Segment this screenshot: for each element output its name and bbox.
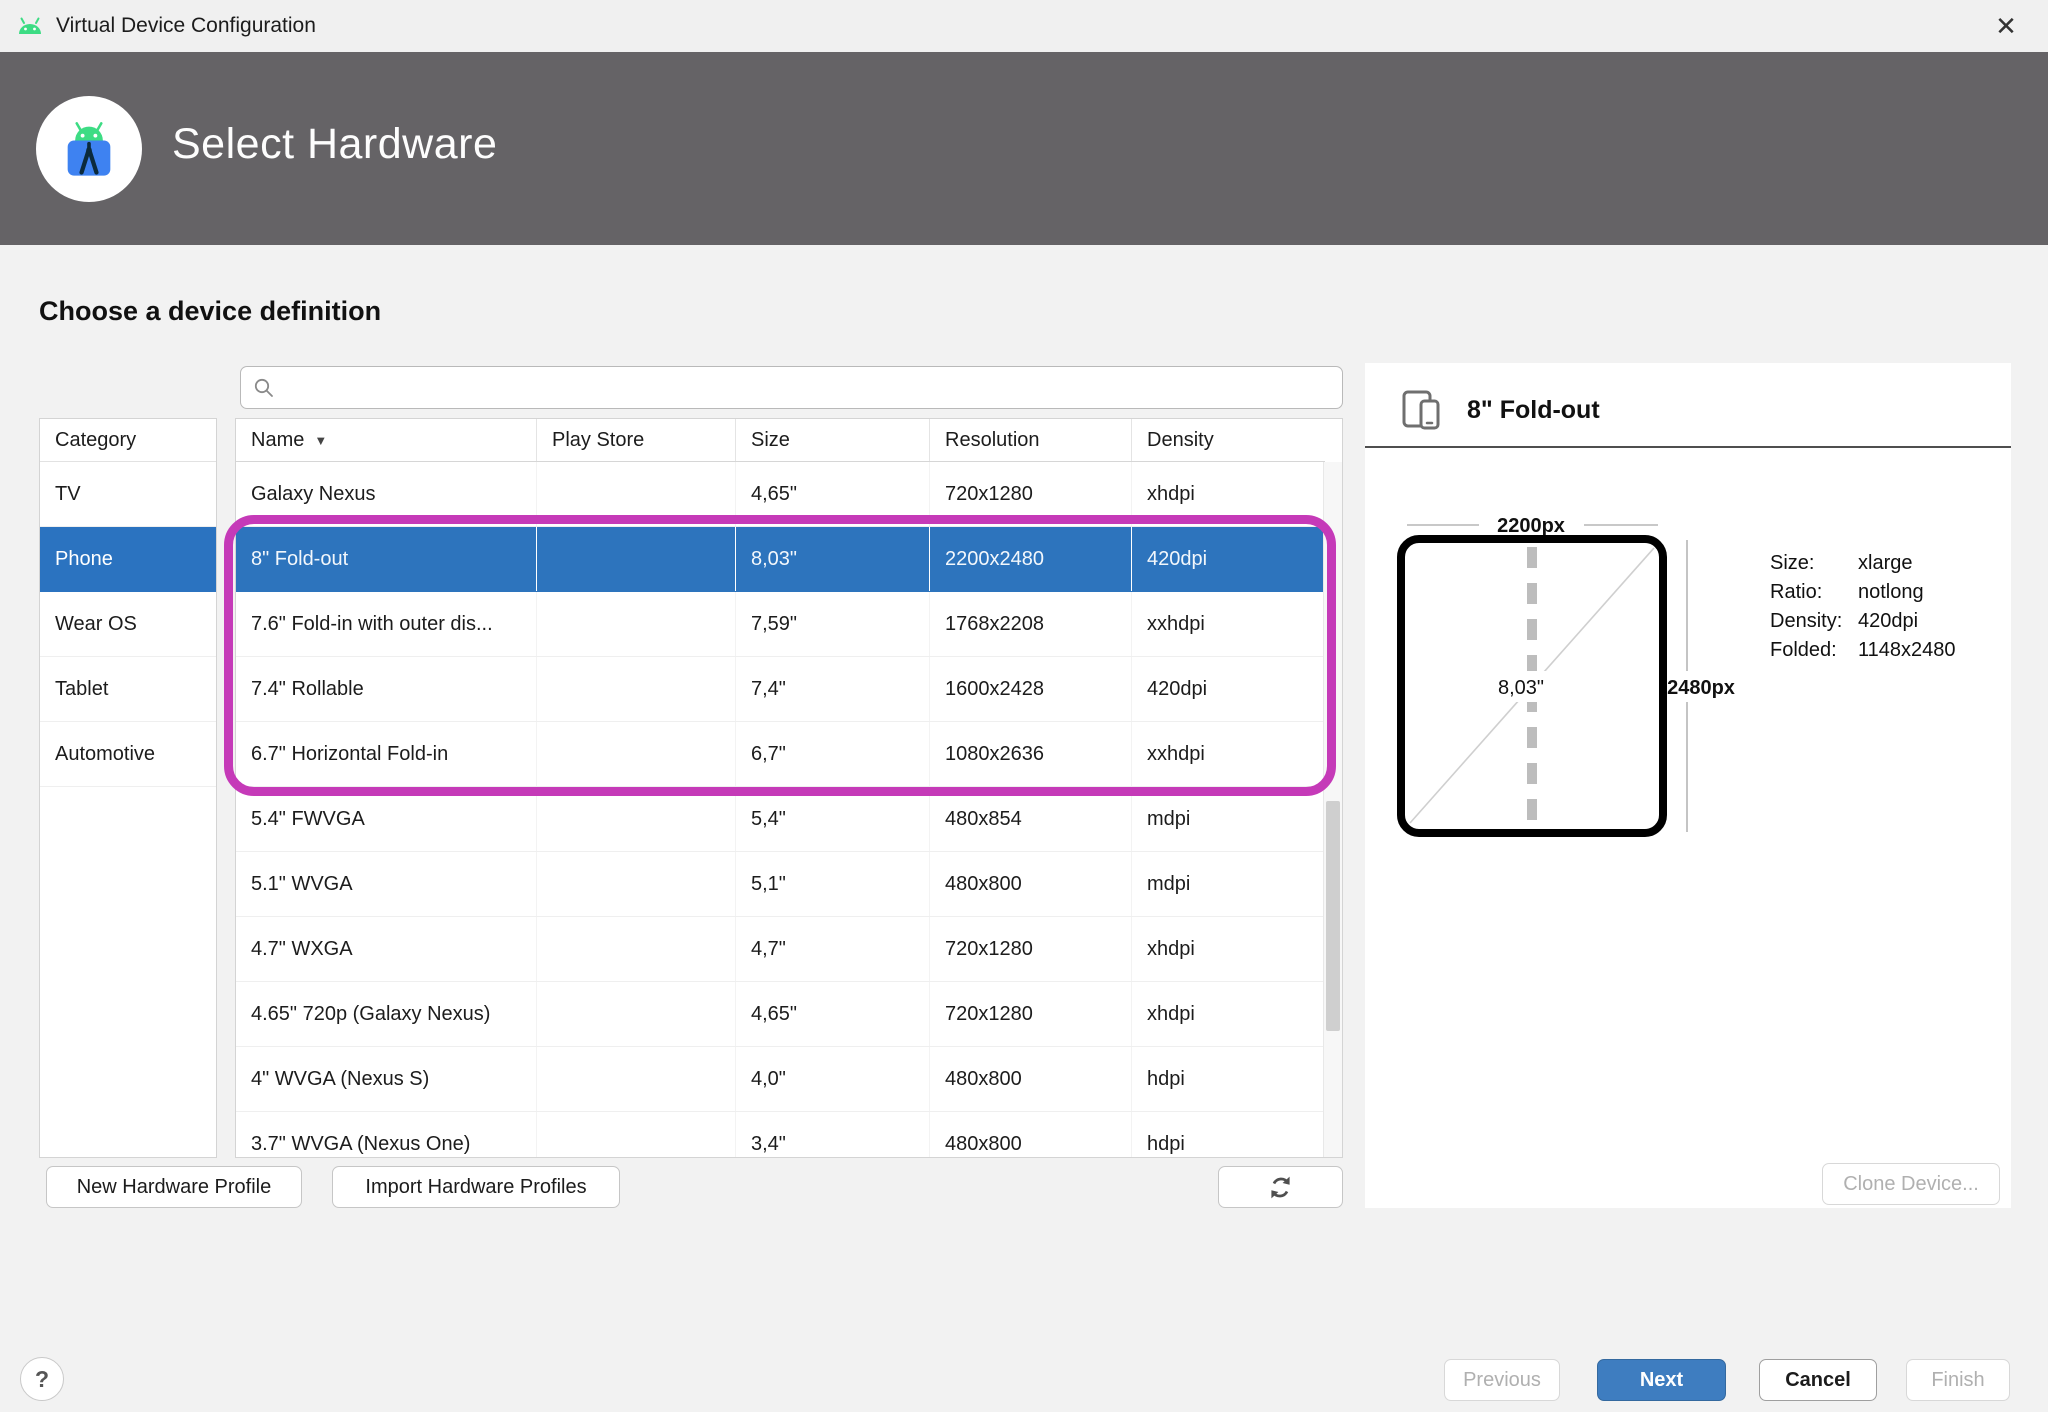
column-header-size[interactable]: Size [736, 419, 930, 461]
close-icon[interactable]: ✕ [1978, 0, 2034, 52]
help-button[interactable]: ? [20, 1357, 64, 1401]
spec-line: Size: xlarge [1770, 549, 1956, 578]
table-row[interactable]: 5.1" WVGA 5,1" 480x800 mdpi [236, 852, 1325, 917]
device-table: Name ▼ Play Store Size Resolution Densit… [235, 418, 1343, 1158]
category-panel: Category TV Phone Wear OS Tablet Automot… [39, 418, 217, 1158]
category-item[interactable]: TV [40, 462, 216, 527]
table-row[interactable]: 4.7" WXGA 4,7" 720x1280 xhdpi [236, 917, 1325, 982]
table-row[interactable]: 4.65" 720p (Galaxy Nexus) 4,65" 720x1280… [236, 982, 1325, 1047]
window-titlebar: Virtual Device Configuration ✕ [0, 0, 2048, 52]
android-studio-logo [36, 96, 142, 202]
category-item[interactable]: Automotive [40, 722, 216, 787]
diagram-width-label: 2200px [1497, 515, 1565, 537]
window-title: Virtual Device Configuration [56, 14, 316, 38]
device-specs: Size: xlarge Ratio: notlong Density: 420… [1770, 549, 1956, 665]
scrollbar-thumb[interactable] [1326, 801, 1340, 1031]
table-row[interactable]: 8" Fold-out 8,03" 2200x2480 420dpi [236, 527, 1325, 592]
page-title: Select Hardware [172, 120, 497, 169]
device-details-panel: 8" Fold-out 2200px 8,03" 2480px Size: xl… [1365, 363, 2011, 1208]
refresh-icon [1267, 1174, 1294, 1201]
diagram-height-label: 2480px [1667, 677, 1735, 699]
table-row[interactable]: 7.4" Rollable 7,4" 1600x2428 420dpi [236, 657, 1325, 722]
wizard-header: Select Hardware [0, 52, 2048, 245]
help-icon: ? [35, 1366, 49, 1393]
spec-line: Density: 420dpi [1770, 607, 1956, 636]
refresh-button[interactable] [1218, 1166, 1343, 1208]
spec-line: Ratio: notlong [1770, 578, 1956, 607]
panel-separator [1365, 446, 2011, 448]
import-hardware-profiles-button[interactable]: Import Hardware Profiles [332, 1166, 620, 1208]
category-column-header: Category [40, 419, 216, 462]
diagram-diagonal-label: 8,03" [1498, 677, 1544, 699]
table-row[interactable]: 4" WVGA (Nexus S) 4,0" 480x800 hdpi [236, 1047, 1325, 1112]
search-icon [253, 377, 275, 399]
previous-button[interactable]: Previous [1444, 1359, 1560, 1401]
spec-line: Folded: 1148x2480 [1770, 636, 1956, 665]
column-header-density[interactable]: Density [1132, 419, 1325, 461]
device-search [240, 366, 1343, 409]
column-header-play-store[interactable]: Play Store [537, 419, 736, 461]
table-row[interactable]: 7.6" Fold-in with outer dis... 7,59" 176… [236, 592, 1325, 657]
clone-device-button[interactable]: Clone Device... [1822, 1163, 2000, 1205]
table-row[interactable]: 5.4" FWVGA 5,4" 480x854 mdpi [236, 787, 1325, 852]
finish-button[interactable]: Finish [1906, 1359, 2010, 1401]
category-item[interactable]: Tablet [40, 657, 216, 722]
table-row[interactable]: 3.7" WVGA (Nexus One) 3,4" 480x800 hdpi [236, 1112, 1325, 1158]
device-title: 8" Fold-out [1467, 396, 1600, 425]
device-diagram: 2200px 8,03" 2480px [1385, 503, 1765, 853]
section-heading: Choose a device definition [39, 296, 381, 327]
search-input[interactable] [285, 370, 1332, 406]
next-button[interactable]: Next [1597, 1359, 1726, 1401]
cancel-button[interactable]: Cancel [1759, 1359, 1877, 1401]
table-header-row: Name ▼ Play Store Size Resolution Densit… [236, 419, 1325, 462]
table-row[interactable]: Galaxy Nexus 4,65" 720x1280 xhdpi [236, 462, 1325, 527]
table-row[interactable]: 6.7" Horizontal Fold-in 6,7" 1080x2636 x… [236, 722, 1325, 787]
sort-desc-icon: ▼ [314, 433, 327, 448]
table-scrollbar[interactable] [1323, 462, 1342, 1158]
category-item[interactable]: Phone [40, 527, 216, 592]
devices-icon [1401, 389, 1447, 431]
category-item[interactable]: Wear OS [40, 592, 216, 657]
new-hardware-profile-button[interactable]: New Hardware Profile [46, 1166, 302, 1208]
column-header-name[interactable]: Name ▼ [236, 419, 537, 461]
android-icon [16, 14, 44, 38]
column-header-resolution[interactable]: Resolution [930, 419, 1132, 461]
